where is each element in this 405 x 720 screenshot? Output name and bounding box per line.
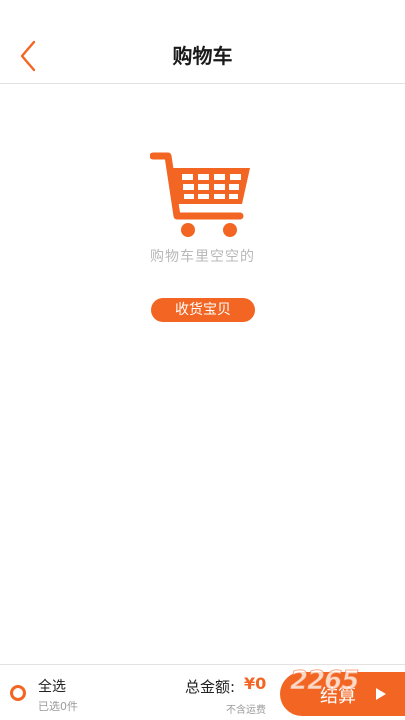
empty-cart-message: 购物车里空空的 bbox=[150, 249, 255, 265]
total-value: ¥0 bbox=[244, 674, 267, 693]
select-all-radio[interactable] bbox=[10, 685, 26, 701]
total-label: 总金额: bbox=[185, 678, 236, 696]
selected-count: 已选0件 bbox=[38, 700, 78, 713]
checkout-label: 结算 bbox=[320, 686, 356, 707]
shopping-cart-icon bbox=[150, 152, 250, 237]
select-all-label[interactable]: 全选 bbox=[38, 676, 66, 696]
header-bar: 购物车 bbox=[0, 0, 405, 84]
shipping-note: 不含运费 bbox=[226, 705, 266, 716]
collect-items-button[interactable]: 收货宝贝 bbox=[151, 298, 255, 322]
checkout-button[interactable]: 结算 bbox=[280, 672, 405, 716]
page-title: 购物车 bbox=[172, 44, 233, 68]
arrow-right-icon bbox=[376, 688, 386, 700]
